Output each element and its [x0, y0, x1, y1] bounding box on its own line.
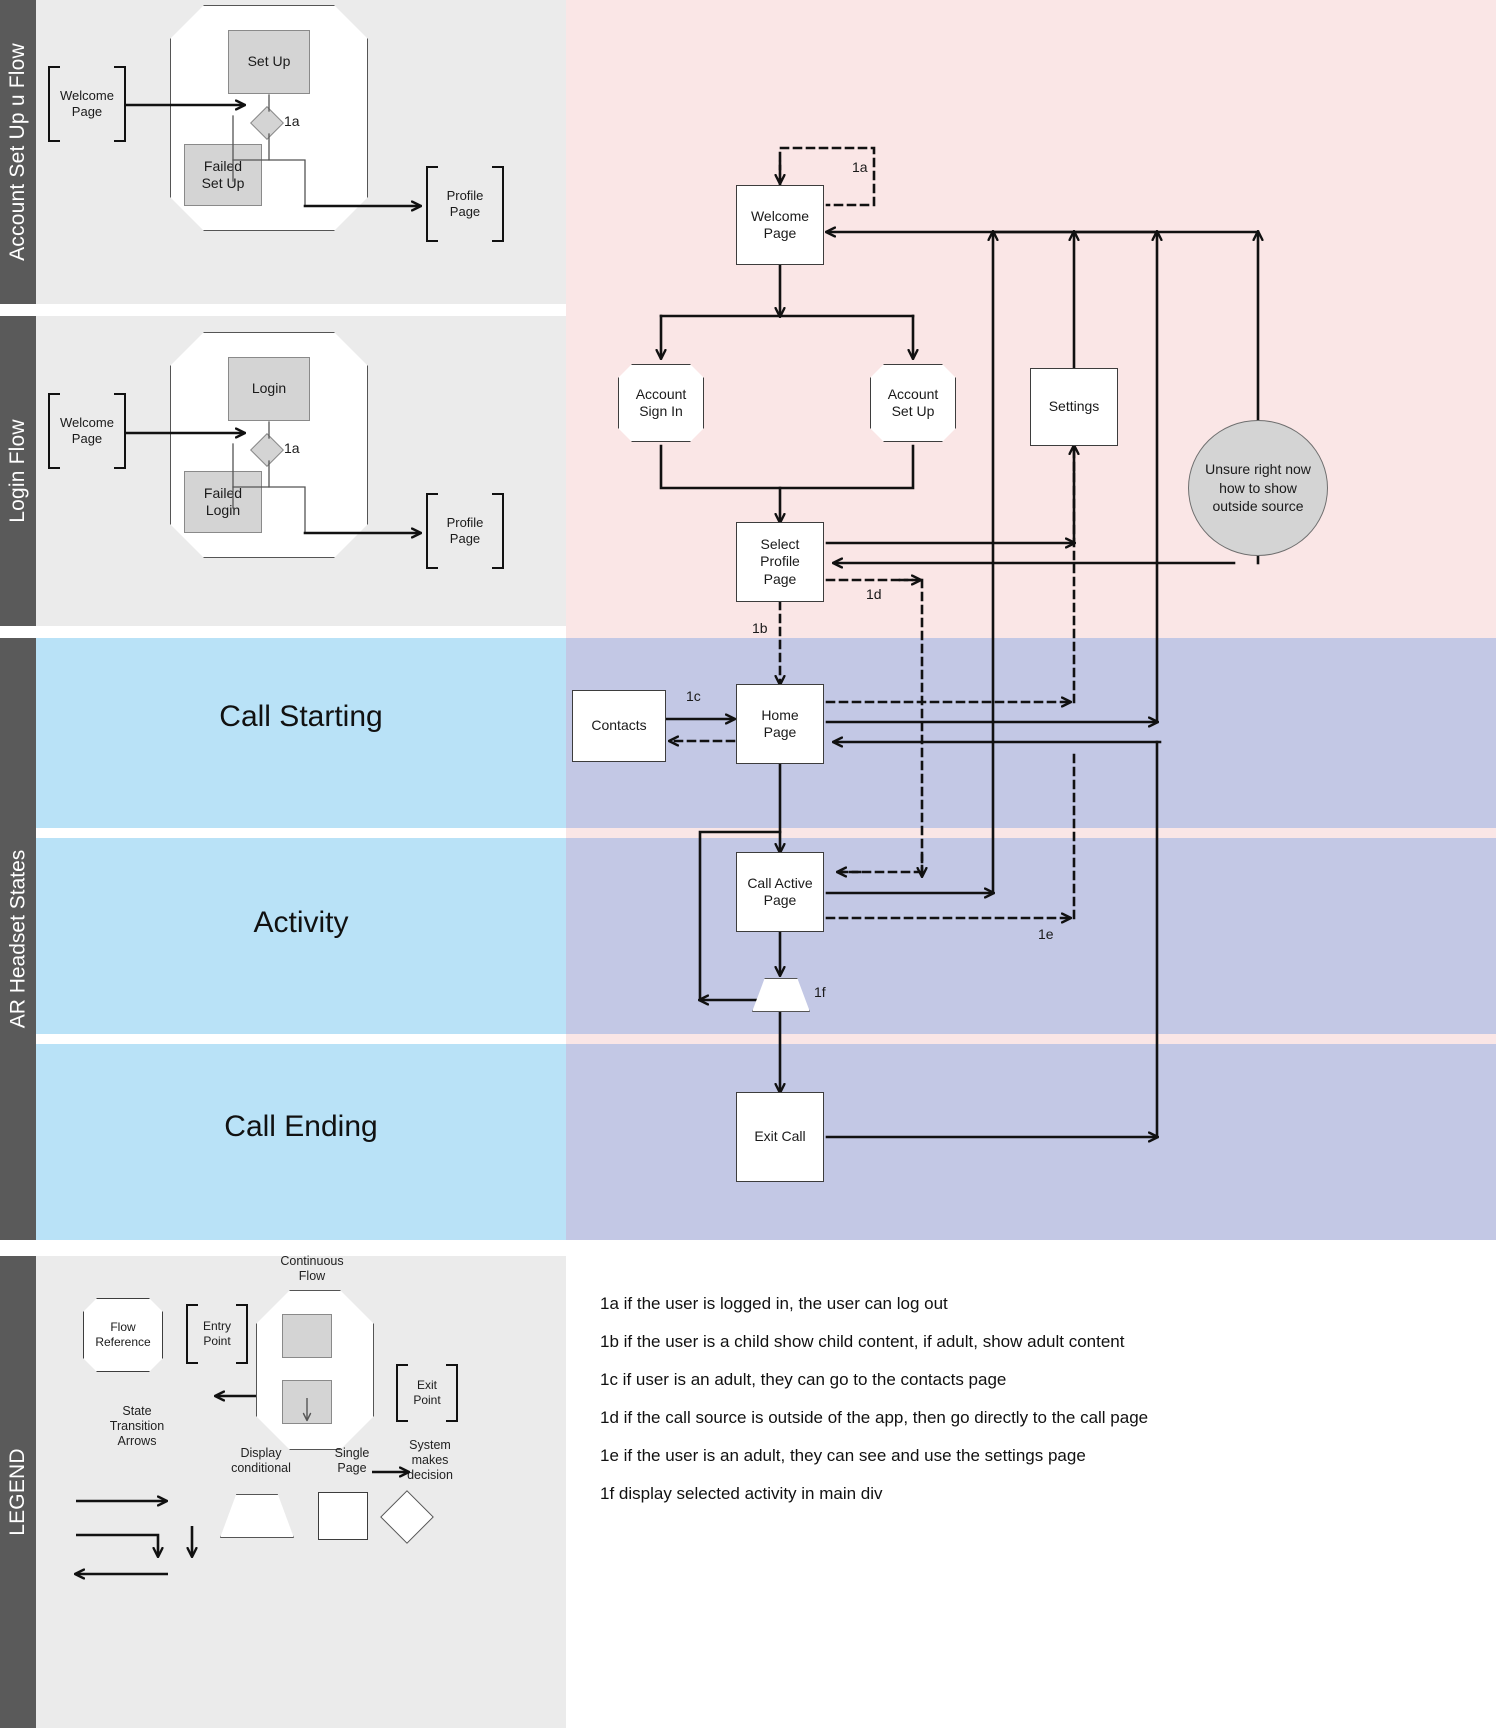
note-item: 1a if the user is logged in, the user ca… [600, 1294, 948, 1313]
node-failed-login-label: Failed Login [203, 484, 243, 519]
band-label-text: LEGEND [6, 1448, 29, 1536]
note-item: 1c if user is an adult, they can go to t… [600, 1370, 1007, 1389]
band-label-legend: LEGEND [0, 1256, 36, 1728]
legend-trapezoid-shape [220, 1494, 294, 1538]
edge-label-1b: 1b [752, 620, 768, 636]
exit-point-profile-page-setup[interactable]: Profile Page [426, 166, 504, 242]
wash-purple-activity [566, 838, 1496, 1034]
band-call-starting: Call Starting [0, 638, 566, 828]
legend-flow-reference: Flow Reference [83, 1298, 163, 1372]
legend-rect-shape [318, 1492, 368, 1540]
node-call-active-page-label: Call Active Page [747, 874, 813, 909]
node-failed-login[interactable]: Failed Login [184, 471, 262, 533]
note-item: 1e if the user is an adult, they can see… [600, 1446, 1086, 1465]
node-settings[interactable]: Settings [1030, 368, 1118, 446]
legend-exit-point: Exit Point [396, 1364, 458, 1422]
diagram-canvas: Account Set Up u Flow Welcome Page Set U… [0, 0, 1496, 1728]
node-account-sign-in[interactable]: Account Sign In [618, 364, 704, 442]
edge-label-1d: 1d [866, 586, 882, 602]
edge-label-1e: 1e [1038, 926, 1054, 942]
node-account-set-up-label: Account Set Up [887, 385, 939, 419]
note-item: 1d if the call source is outside of the … [600, 1408, 1149, 1427]
band-activity: Activity [0, 838, 566, 1034]
wash-pink-gap-1 [566, 828, 1496, 838]
band-label-ar-headset-states: AR Headset States [0, 638, 36, 1240]
band-label-text: AR Headset States [6, 849, 29, 1029]
entry-point-label: Welcome Page [60, 87, 114, 119]
legend-diamond-shape [380, 1490, 434, 1544]
legend-inner-page-1 [282, 1314, 332, 1358]
legend-entry-point-text: Entry Point [202, 1319, 231, 1348]
band-title-call-ending: Call Ending [224, 1110, 378, 1143]
node-call-active-page[interactable]: Call Active Page [736, 852, 824, 932]
band-body-legend: Continuous Flow Flow Reference Entry Poi… [36, 1254, 566, 1728]
legend-inner-page-2 [282, 1380, 332, 1424]
node-settings-label: Settings [1048, 398, 1100, 415]
band-body-login: Welcome Page Login 1a Failed Login Profi… [36, 316, 566, 626]
node-account-set-up-shape: Account Set Up [870, 364, 956, 442]
legend-continuous-flow-label: Continuous Flow [280, 1254, 344, 1283]
node-welcome-page[interactable]: Welcome Page [736, 185, 824, 265]
node-login-label: Login [251, 380, 287, 397]
exit-point-profile-page-login[interactable]: Profile Page [426, 493, 504, 569]
band-body-account-setup: Welcome Page Set Up 1a Failed Set Up Pro… [36, 0, 566, 304]
node-contacts-label: Contacts [591, 717, 647, 734]
band-title-call-starting: Call Starting [219, 700, 383, 733]
node-exit-call-label: Exit Call [754, 1128, 806, 1145]
node-outside-source-note[interactable]: Unsure right now how to show outside sou… [1188, 420, 1328, 556]
node-failed-set-up-label: Failed Set Up [201, 157, 245, 192]
node-exit-call[interactable]: Exit Call [736, 1092, 824, 1182]
edge-label-1f: 1f [814, 984, 826, 1000]
node-home-page-label: Home Page [761, 706, 799, 741]
wash-purple-call-starting [566, 638, 1496, 828]
band-label-login: Login Flow [0, 316, 36, 626]
legend-exit-point-text: Exit Point [413, 1378, 441, 1407]
node-welcome-page-label: Welcome Page [750, 207, 810, 242]
exit-point-label: Profile Page [446, 187, 484, 219]
node-account-set-up[interactable]: Account Set Up [870, 364, 956, 442]
node-select-profile-page-label: Select Profile Page [760, 535, 800, 587]
node-account-sign-in-shape: Account Sign In [618, 364, 704, 442]
legend-flow-reference-text: Flow Reference [95, 1320, 151, 1349]
band-login: Login Flow Welcome Page Login 1a Failed … [0, 316, 566, 626]
node-contacts[interactable]: Contacts [572, 690, 666, 762]
band-call-ending: Call Ending [0, 1044, 566, 1240]
edge-label-1a-logout: 1a [852, 159, 868, 175]
band-body-call-ending: Call Ending [36, 1044, 566, 1240]
entry-point-welcome-page-setup[interactable]: Welcome Page [48, 66, 126, 142]
decision-label-1a-login: 1a [284, 440, 300, 456]
band-legend: LEGEND Continuous Flow Flow Reference En… [0, 1254, 566, 1728]
edge-label-1c: 1c [686, 688, 701, 704]
node-select-profile-page[interactable]: Select Profile Page [736, 522, 824, 602]
wash-pink-top [566, 0, 1496, 638]
band-body-activity: Activity [36, 838, 566, 1034]
decision-label-1a-setup: 1a [284, 113, 300, 129]
node-home-page[interactable]: Home Page [736, 684, 824, 764]
legend-display-conditional-label: Display conditional [231, 1446, 291, 1475]
band-body-call-starting: Call Starting [36, 638, 566, 828]
node-login[interactable]: Login [228, 357, 310, 421]
band-account-setup: Account Set Up u Flow Welcome Page Set U… [0, 0, 566, 304]
node-account-sign-in-label: Account Sign In [635, 385, 687, 419]
legend-flow-reference-shape: Flow Reference [83, 1298, 163, 1372]
node-set-up[interactable]: Set Up [228, 30, 310, 94]
band-label-text: Login Flow [6, 419, 29, 523]
band-label-account-setup: Account Set Up u Flow [0, 0, 36, 304]
wash-pink-gap-2 [566, 1034, 1496, 1044]
band-title-activity: Activity [253, 906, 349, 939]
wash-purple-call-ending [566, 1044, 1496, 1240]
legend-system-decision-label: System makes decision [407, 1438, 453, 1482]
entry-point-label: Welcome Page [60, 414, 114, 446]
legend-state-transition-arrows-label: State Transition Arrows [109, 1404, 165, 1448]
legend-entry-point: Entry Point [186, 1304, 248, 1364]
node-set-up-label: Set Up [247, 53, 291, 70]
exit-point-label: Profile Page [446, 514, 484, 546]
entry-point-welcome-page-login[interactable]: Welcome Page [48, 393, 126, 469]
node-outside-source-label: Unsure right now how to show outside sou… [1205, 461, 1311, 515]
note-item: 1f display selected activity in main div [600, 1484, 883, 1503]
note-item: 1b if the user is a child show child con… [600, 1332, 1125, 1351]
band-label-text: Account Set Up u Flow [6, 43, 29, 261]
node-failed-set-up[interactable]: Failed Set Up [184, 144, 262, 206]
